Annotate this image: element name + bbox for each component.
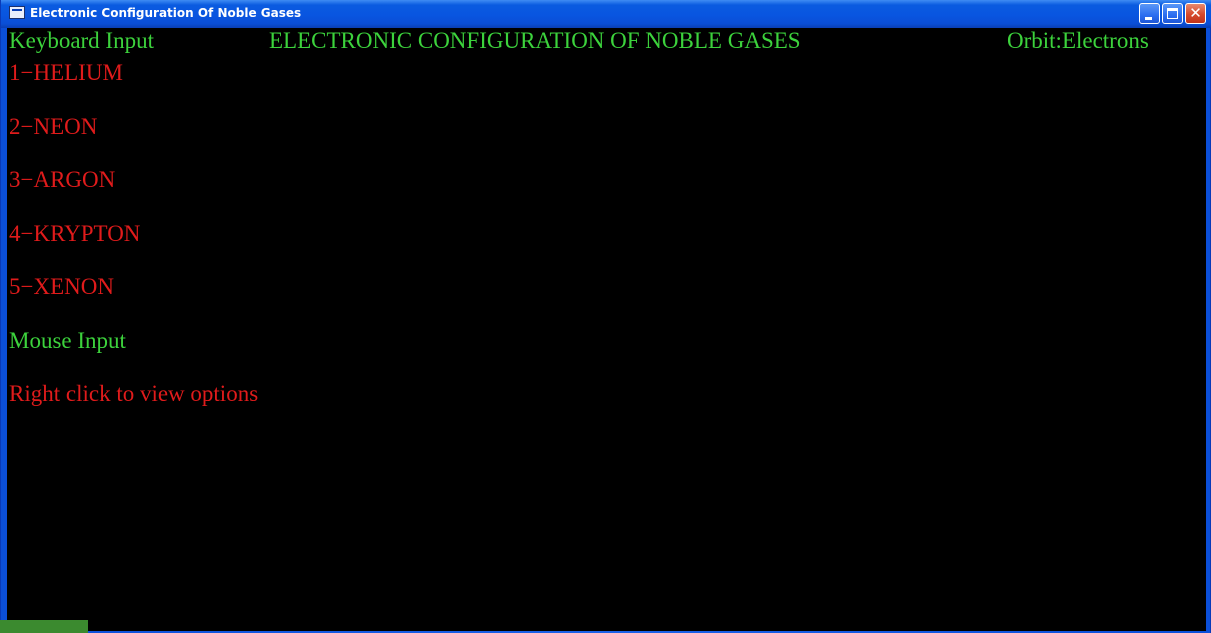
minimize-button[interactable] xyxy=(1139,3,1160,24)
gas-option-neon: 2−NEON xyxy=(9,114,98,139)
canvas-area[interactable]: Keyboard Input ELECTRONIC CONFIGURATION … xyxy=(7,28,1206,631)
close-button[interactable]: ✕ xyxy=(1185,3,1206,24)
window-title: Electronic Configuration Of Noble Gases xyxy=(30,6,302,20)
close-icon: ✕ xyxy=(1189,4,1202,22)
gas-option-helium: 1−HELIUM xyxy=(9,60,123,85)
mouse-input-label: Mouse Input xyxy=(9,328,126,353)
app-icon[interactable] xyxy=(9,6,25,19)
right-click-hint: Right click to view options xyxy=(9,381,259,406)
gas-option-argon: 3−ARGON xyxy=(9,167,116,192)
gas-option-krypton: 4−KRYPTON xyxy=(9,221,141,246)
title-bar[interactable]: Electronic Configuration Of Noble Gases … xyxy=(1,0,1211,28)
maximize-button[interactable] xyxy=(1162,3,1183,24)
maximize-icon xyxy=(1167,8,1178,19)
gas-option-xenon: 5−XENON xyxy=(9,274,114,299)
app-window: Electronic Configuration Of Noble Gases … xyxy=(0,0,1211,633)
taskbar-edge xyxy=(0,620,88,633)
page-title: ELECTRONIC CONFIGURATION OF NOBLE GASES xyxy=(269,28,801,53)
keyboard-input-label: Keyboard Input xyxy=(9,28,154,53)
orbit-electrons-label: Orbit:Electrons xyxy=(1007,28,1149,53)
minimize-icon xyxy=(1145,17,1152,20)
